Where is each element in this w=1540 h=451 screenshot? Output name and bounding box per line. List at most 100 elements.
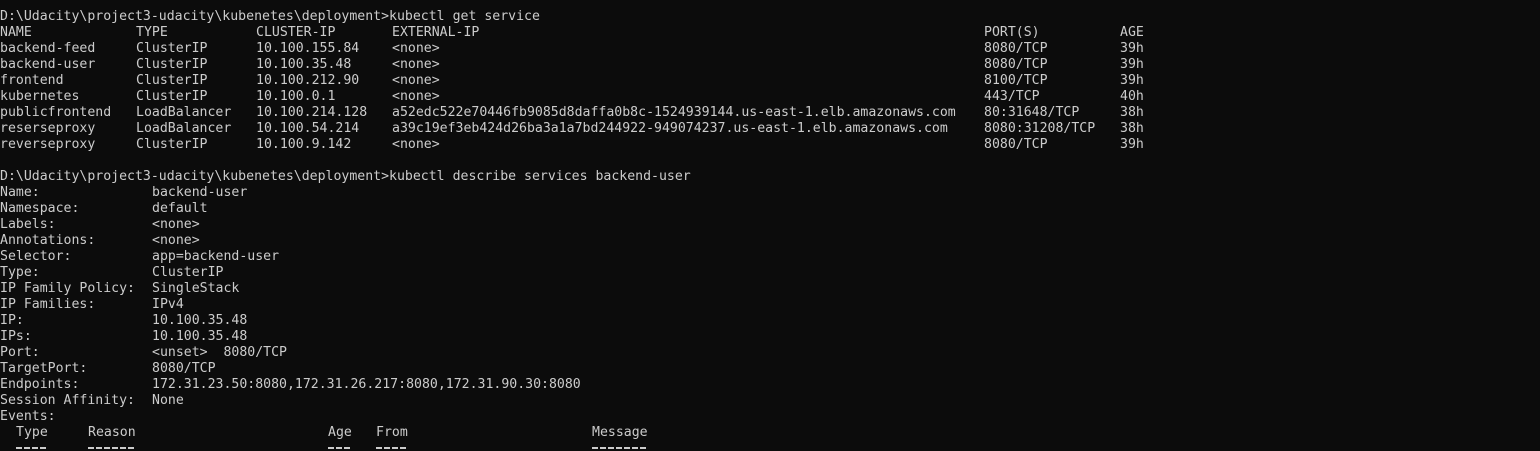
describe-value: 10.100.35.48 [152,329,248,344]
service-type: ClusterIP [136,89,208,104]
events-column-from: From [376,425,408,440]
column-header-ports: PORT(S) [984,25,1040,40]
service-age: 39h [1120,57,1144,72]
terminal-output[interactable]: D:\Udacity\project3-udacity\kubenetes\de… [0,9,1540,451]
events-column-type: Type [16,425,48,440]
dash-segment [592,447,648,449]
service-external-ip: <none> [392,57,440,72]
service-ports: 8080/TCP [984,57,1048,72]
describe-row-port: Port: <unset> 8080/TCP [0,345,1540,361]
describe-row-ip-families: IP Families: IPv4 [0,297,1540,313]
column-header-type: TYPE [136,25,168,40]
describe-key: IP Families: [0,297,96,312]
service-name: backend-feed [0,41,96,56]
describe-row-events: Events: [0,409,1540,425]
table-row: backend-user ClusterIP 10.100.35.48 <non… [0,57,1540,73]
dash-segment [16,447,48,449]
table-row: publicfrontend LoadBalancer 10.100.214.1… [0,105,1540,121]
table-row: kubernetes ClusterIP 10.100.0.1 <none> 4… [0,89,1540,105]
describe-row-target-port: TargetPort: 8080/TCP [0,361,1540,377]
describe-value: IPv4 [152,297,184,312]
table-row: reserseproxy LoadBalancer 10.100.54.214 … [0,121,1540,137]
column-header-external-ip: EXTERNAL-IP [392,25,480,40]
prompt-path: D:\Udacity\project3-udacity\kubenetes\de… [0,169,390,184]
describe-row-selector: Selector: app=backend-user [0,249,1540,265]
describe-value: <none> [152,233,200,248]
describe-row-session-affinity: Session Affinity: None [0,393,1540,409]
service-type: LoadBalancer [136,121,232,136]
describe-value: 10.100.35.48 [152,313,248,328]
service-ports: 8100/TCP [984,73,1048,88]
service-age: 39h [1120,41,1144,56]
service-cluster-ip: 10.100.155.84 [256,41,360,56]
table-row: backend-feed ClusterIP 10.100.155.84 <no… [0,41,1540,57]
describe-key: Session Affinity: [0,393,135,408]
describe-value: 172.31.23.50:8080,172.31.26.217:8080,172… [152,377,581,392]
service-ports: 8080/TCP [984,137,1048,152]
service-type: ClusterIP [136,57,208,72]
describe-key: Type: [0,265,40,280]
describe-key: Endpoints: [0,377,80,392]
dash-segment [88,447,136,449]
service-cluster-ip: 10.100.9.142 [256,137,352,152]
events-header-underline [0,441,1540,449]
describe-key: Events: [0,409,56,424]
describe-key: Name: [0,185,40,200]
service-external-ip: <none> [392,137,440,152]
describe-value: default [152,201,208,216]
describe-key: Port: [0,345,40,360]
describe-key: IP: [0,313,24,328]
events-column-reason: Reason [88,425,136,440]
describe-row-namespace: Namespace: default [0,201,1540,217]
service-age: 38h [1120,121,1144,136]
describe-key: Namespace: [0,201,80,216]
describe-row-endpoints: Endpoints: 172.31.23.50:8080,172.31.26.2… [0,377,1540,393]
table-row: reverseproxy ClusterIP 10.100.9.142 <non… [0,137,1540,153]
describe-key: TargetPort: [0,361,88,376]
service-type: ClusterIP [136,137,208,152]
service-cluster-ip: 10.100.212.90 [256,73,360,88]
describe-value: app=backend-user [152,249,280,264]
describe-value: SingleStack [152,281,240,296]
service-external-ip: <none> [392,41,440,56]
command-line-get-service: D:\Udacity\project3-udacity\kubenetes\de… [0,9,1540,25]
command-line-describe-service: D:\Udacity\project3-udacity\kubenetes\de… [0,169,1540,185]
describe-value: None [152,393,184,408]
service-ports: 8080:31208/TCP [984,121,1096,136]
service-external-ip: a52edc522e70446fb9085d8daffa0b8c-1524939… [392,105,956,120]
service-cluster-ip: 10.100.35.48 [256,57,352,72]
column-header-name: NAME [0,25,32,40]
describe-key: IPs: [0,329,32,344]
service-name: kubernetes [0,89,80,104]
service-cluster-ip: 10.100.214.128 [256,105,368,120]
service-age: 39h [1120,73,1144,88]
describe-row-ip: IP: 10.100.35.48 [0,313,1540,329]
service-cluster-ip: 10.100.0.1 [256,89,336,104]
events-column-message: Message [592,425,648,440]
service-name: reserseproxy [0,121,96,136]
service-name: publicfrontend [0,105,112,120]
service-external-ip: a39c19ef3eb424d26ba3a1a7bd244922-9490742… [392,121,948,136]
column-header-cluster-ip: CLUSTER-IP [256,25,336,40]
describe-row-annotations: Annotations: <none> [0,233,1540,249]
describe-key: Selector: [0,249,72,264]
column-header-age: AGE [1120,25,1144,40]
dash-segment [376,447,408,449]
service-type: LoadBalancer [136,105,232,120]
describe-value: <unset> 8080/TCP [152,345,287,360]
service-ports: 443/TCP [984,89,1040,104]
events-table-header: Type Reason Age From Message [0,425,1540,441]
service-external-ip: <none> [392,89,440,104]
describe-key: Annotations: [0,233,96,248]
describe-key: Labels: [0,217,56,232]
describe-key: IP Family Policy: [0,281,135,296]
service-name: backend-user [0,57,96,72]
service-external-ip: <none> [392,73,440,88]
describe-value: <none> [152,217,200,232]
service-ports: 8080/TCP [984,41,1048,56]
describe-value: ClusterIP [152,265,224,280]
describe-row-ip-family-policy: IP Family Policy: SingleStack [0,281,1540,297]
service-age: 38h [1120,105,1144,120]
describe-row-labels: Labels: <none> [0,217,1540,233]
service-name: reverseproxy [0,137,96,152]
